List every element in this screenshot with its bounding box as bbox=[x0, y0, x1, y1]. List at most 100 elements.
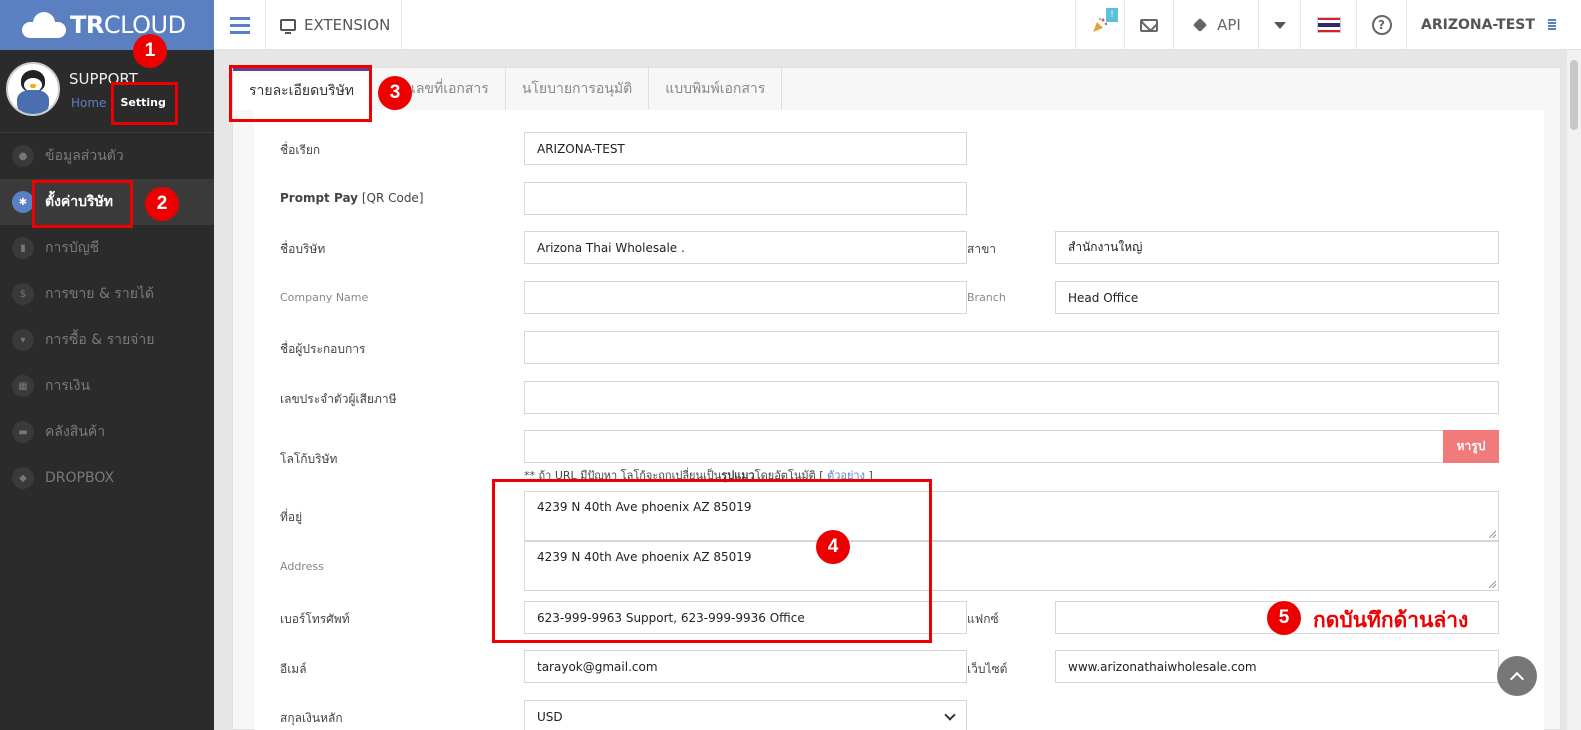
currency-value: USD bbox=[537, 709, 563, 724]
sidebar-item-accounting[interactable]: ▮ การบัญชี bbox=[0, 225, 214, 271]
logo-text-bold: TR bbox=[70, 11, 104, 39]
taxid-field[interactable] bbox=[524, 381, 1499, 414]
address-en-label: Address bbox=[280, 560, 324, 573]
sidebar-item-label: DROPBOX bbox=[45, 470, 115, 486]
language-button[interactable] bbox=[1300, 0, 1356, 50]
avatar-beak bbox=[30, 84, 36, 88]
currency-select[interactable]: USD bbox=[524, 700, 967, 730]
annotation-number-4: 4 bbox=[816, 530, 850, 564]
annotation-box-address-phone bbox=[492, 479, 932, 643]
fax-label: แฟกซ์ bbox=[967, 612, 999, 626]
email-label: อีเมล์ bbox=[280, 662, 307, 676]
annotation-number-2: 2 bbox=[145, 187, 179, 221]
app-logo[interactable]: TR CLOUD bbox=[0, 0, 214, 50]
sidebar-item-sales[interactable]: $ การขาย & รายได้ bbox=[0, 271, 214, 317]
branch-en-field[interactable]: Head Office bbox=[1055, 281, 1499, 314]
dropdown-button[interactable] bbox=[1258, 0, 1300, 50]
top-bar: TR CLOUD EXTENSION ! API ? ARIZONA-TEST bbox=[0, 0, 1581, 50]
thai-flag-icon bbox=[1316, 17, 1341, 33]
website-field[interactable]: www.arizonathaiwholesale.com bbox=[1055, 650, 1499, 683]
cloud-icon bbox=[22, 12, 66, 38]
scroll-to-top-button[interactable] bbox=[1497, 656, 1537, 696]
sidebar-item-label: ข้อมูลส่วนตัว bbox=[45, 148, 124, 164]
caret-down-icon bbox=[1273, 21, 1286, 29]
sidebar-item-label: การบัญชี bbox=[45, 240, 100, 256]
sidebar-item-label: การซื้อ & รายจ่าย bbox=[45, 332, 155, 348]
phone-label: เบอร์โทรศัพท์ bbox=[280, 612, 350, 626]
monitor-icon bbox=[280, 19, 296, 34]
company-name-en-label: Company Name bbox=[280, 291, 369, 304]
sidebar-item-dropbox[interactable]: ◆ DROPBOX bbox=[0, 455, 214, 501]
book-icon: ▮ bbox=[12, 237, 34, 259]
promptpay-label: Prompt Pay [QR Code] bbox=[280, 191, 424, 205]
nickname-label: ชื่อเรียก bbox=[280, 143, 321, 157]
dollar-icon: $ bbox=[12, 283, 34, 305]
branch-th-field[interactable]: สำนักงานใหญ่ bbox=[1055, 231, 1499, 264]
extension-label: EXTENSION bbox=[304, 16, 391, 34]
address-th-label: ที่อยู่ bbox=[280, 510, 303, 524]
envelope-icon bbox=[1140, 18, 1158, 32]
chevron-up-icon bbox=[1509, 671, 1525, 686]
company-name-th-label: ชื่อบริษัท bbox=[280, 242, 326, 256]
notification-badge: ! bbox=[1106, 8, 1118, 22]
currency-label: สกุลเงินหลัก bbox=[280, 711, 343, 725]
chevron-down-icon bbox=[944, 708, 956, 721]
annotation-number-1: 1 bbox=[133, 34, 167, 68]
hamburger-icon bbox=[229, 16, 250, 20]
sidebar-item-purchases[interactable]: ▾ การซื้อ & รายจ่าย bbox=[0, 317, 214, 363]
operator-field[interactable] bbox=[524, 331, 1499, 364]
find-image-button[interactable]: หารูป bbox=[1443, 430, 1499, 463]
menu-toggle-button[interactable] bbox=[214, 0, 266, 50]
calendar-icon: ▦ bbox=[12, 375, 34, 397]
cart-icon: ▾ bbox=[12, 329, 34, 351]
avatar-body bbox=[17, 90, 49, 114]
plug-icon bbox=[1191, 16, 1209, 34]
annotation-note-save: กดบันทึกด้านล่าง bbox=[1313, 608, 1469, 632]
annotation-box-company-settings bbox=[32, 180, 133, 228]
annotation-number-3: 3 bbox=[378, 76, 412, 110]
user-icon: ● bbox=[12, 145, 34, 167]
messages-button[interactable] bbox=[1124, 0, 1173, 50]
company-name-th-field[interactable]: Arizona Thai Wholesale . bbox=[524, 231, 967, 264]
branch-th-label: สาขา bbox=[967, 242, 997, 256]
operator-label: ชื่อผู้ประกอบการ bbox=[280, 342, 366, 356]
hamburger-icon-line bbox=[229, 30, 250, 34]
building-icon bbox=[1544, 16, 1559, 34]
dropbox-icon: ◆ bbox=[12, 467, 34, 489]
notifications-button[interactable]: ! bbox=[1075, 0, 1124, 50]
sidebar: SUPPORT Home Setting ● ข้อมูลส่วนตัว ✱ ตั้… bbox=[0, 50, 214, 730]
truck-icon: ▬ bbox=[12, 421, 34, 443]
promptpay-label-bold: Prompt Pay bbox=[280, 191, 358, 205]
annotation-box-setting bbox=[111, 82, 178, 125]
help-button[interactable]: ? bbox=[1356, 0, 1406, 50]
extension-button[interactable]: EXTENSION bbox=[266, 0, 402, 50]
sidebar-item-label: คลังสินค้า bbox=[45, 424, 106, 440]
api-label: API bbox=[1217, 16, 1241, 34]
logo-url-field[interactable] bbox=[524, 430, 1444, 463]
hamburger-icon-line bbox=[229, 23, 250, 27]
gear-icon: ✱ bbox=[12, 191, 34, 213]
annotation-number-5: 5 bbox=[1267, 601, 1301, 635]
promptpay-field[interactable] bbox=[524, 182, 967, 215]
logo-label: โลโก้บริษัท bbox=[280, 452, 338, 466]
sidebar-item-label: การเงิน bbox=[45, 378, 91, 394]
home-link[interactable]: Home bbox=[71, 96, 106, 110]
annotation-box-tab bbox=[229, 65, 372, 122]
sidebar-item-profile[interactable]: ● ข้อมูลส่วนตัว bbox=[0, 133, 214, 179]
promptpay-label-suffix: [QR Code] bbox=[358, 191, 424, 205]
question-circle-icon: ? bbox=[1371, 15, 1392, 35]
account-menu[interactable]: ARIZONA-TEST bbox=[1406, 0, 1581, 50]
sidebar-item-finance[interactable]: ▦ การเงิน bbox=[0, 363, 214, 409]
sidebar-item-inventory[interactable]: ▬ คลังสินค้า bbox=[0, 409, 214, 455]
sidebar-item-label: การขาย & รายได้ bbox=[45, 286, 155, 302]
page-scrollbar[interactable] bbox=[1567, 50, 1581, 730]
company-name-en-field[interactable] bbox=[524, 281, 967, 314]
taxid-label: เลขประจำตัวผู้เสียภาษี bbox=[280, 392, 397, 406]
email-field[interactable]: tarayok@gmail.com bbox=[524, 650, 967, 683]
avatar[interactable] bbox=[6, 62, 60, 116]
api-button[interactable]: API bbox=[1173, 0, 1258, 50]
tab-print-templates[interactable]: แบบพิมพ์เอกสาร bbox=[649, 68, 783, 110]
nickname-field[interactable]: ARIZONA-TEST bbox=[524, 132, 967, 165]
tab-approval-policy[interactable]: นโยบายการอนุมัติ bbox=[505, 68, 650, 110]
scrollbar-thumb[interactable] bbox=[1570, 60, 1578, 130]
